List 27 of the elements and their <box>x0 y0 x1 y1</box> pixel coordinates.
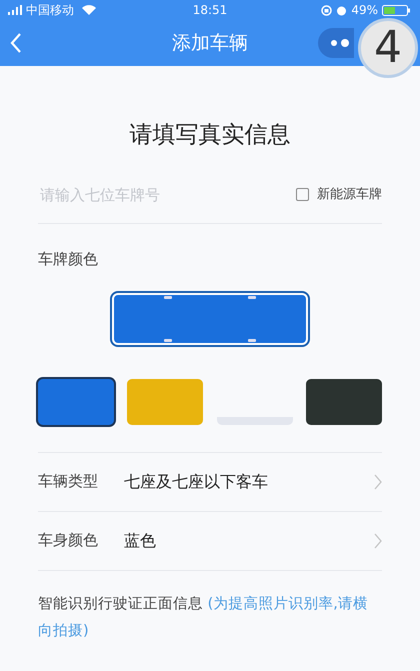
plate-color-swatch[interactable] <box>38 378 114 424</box>
chevron-right-icon[interactable] <box>374 474 382 490</box>
page-title: 添加车辆 <box>172 30 248 56</box>
chevron-right-icon[interactable] <box>374 532 382 548</box>
signal-icon <box>8 5 22 15</box>
carrier-name: 中国移动 <box>26 2 74 19</box>
alarm-icon <box>336 4 348 16</box>
new-energy-checkbox[interactable] <box>296 188 309 202</box>
status-time: 18:51 <box>192 2 228 19</box>
plate-color-label: 车牌颜色 <box>38 249 99 270</box>
more-dots-icon <box>330 39 350 47</box>
more-button[interactable] <box>318 28 354 58</box>
battery-icon <box>382 4 412 16</box>
back-icon[interactable] <box>10 33 22 53</box>
field-label: 车身颜色 <box>38 530 99 552</box>
new-energy-label: 新能源车牌 <box>317 186 382 204</box>
plate-color-swatch[interactable] <box>306 378 382 424</box>
wifi-icon <box>82 5 96 15</box>
field-value[interactable]: 七座及七座以下客车 <box>124 470 374 494</box>
plate-color-swatch[interactable] <box>127 378 204 424</box>
form-heading: 请填写真实信息 <box>128 121 292 150</box>
battery-percent: 49% <box>351 2 378 19</box>
recognition-note: 智能识别行驶证正面信息 (为提高照片识别率,请横向拍摄) <box>38 594 369 640</box>
field-label: 车辆类型 <box>38 471 99 492</box>
lock-rotation-icon <box>321 4 332 16</box>
step-number-badge: 4 <box>358 18 418 78</box>
field-value[interactable]: 蓝色 <box>124 528 374 552</box>
